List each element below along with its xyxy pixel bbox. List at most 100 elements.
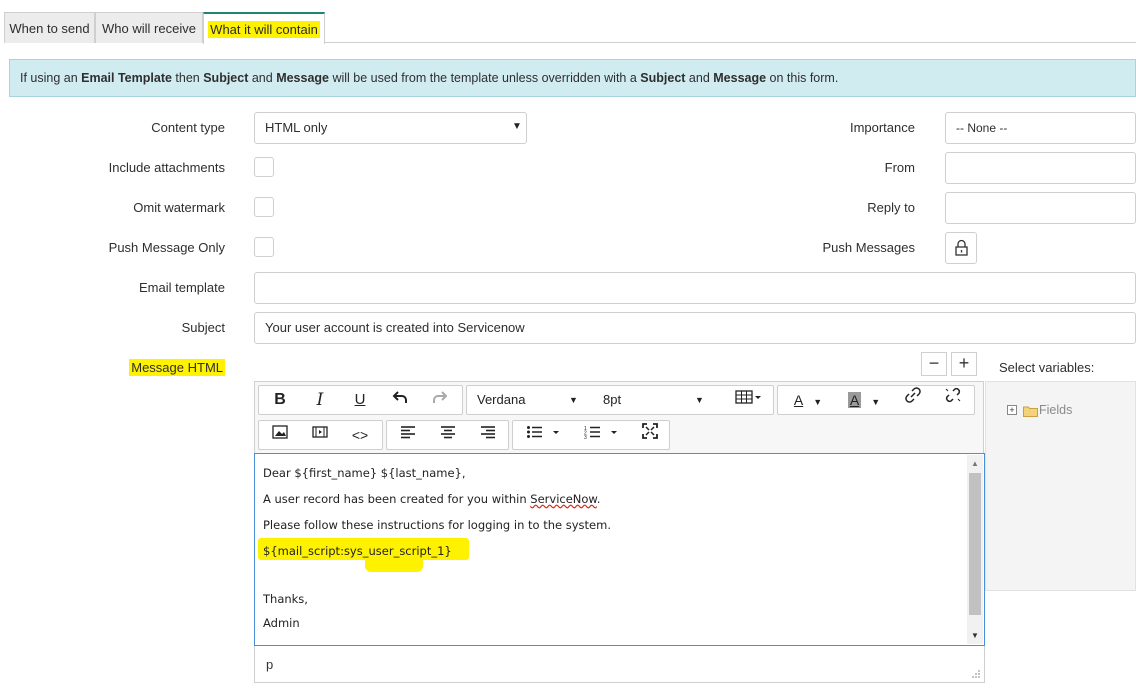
editor-statusbar: p <box>254 646 985 683</box>
redo-icon <box>433 391 448 403</box>
numbered-list-button[interactable]: 123 <box>575 421 627 449</box>
tab-label: What it will contain <box>208 21 320 38</box>
editor-toolbar-row-1: B I U Verdana ▼ 8pt ▼ A ▼ A ▼ <box>254 381 984 419</box>
align-center-button[interactable] <box>431 421 465 449</box>
include-attachments-label: Include attachments <box>108 160 225 175</box>
image-icon <box>272 425 288 439</box>
numbered-list-icon: 123 <box>584 426 617 441</box>
font-size-select[interactable]: 8pt ▼ <box>603 386 713 414</box>
insert-image-button[interactable] <box>263 421 297 449</box>
editor-toolbar-row-2: <> 123 <box>254 418 984 454</box>
expand-editor-button[interactable]: + <box>951 352 977 376</box>
bold-button[interactable]: B <box>263 386 297 414</box>
insert-video-button[interactable] <box>303 421 337 449</box>
tab-label: When to send <box>9 21 90 36</box>
editor-line-instructions: Please follow these instructions for log… <box>263 518 611 532</box>
redo-button[interactable] <box>423 386 457 414</box>
include-attachments-checkbox[interactable] <box>254 157 274 177</box>
editor-scrollbar-thumb[interactable] <box>969 473 981 615</box>
align-group <box>386 420 509 450</box>
subject-field[interactable]: Your user account is created into Servic… <box>254 312 1136 344</box>
align-right-button[interactable] <box>471 421 505 449</box>
align-center-icon <box>441 426 455 439</box>
fullscreen-button[interactable] <box>633 421 667 449</box>
link-button[interactable] <box>896 386 930 414</box>
unlink-button[interactable] <box>936 386 970 414</box>
table-icon <box>735 390 761 404</box>
tab-who-will-receive[interactable]: Who will receive <box>95 12 203 43</box>
video-icon <box>312 426 328 438</box>
insert-group: <> <box>258 420 383 450</box>
subject-label: Subject <box>181 320 225 335</box>
undo-button[interactable] <box>383 386 417 414</box>
tab-what-it-will-contain[interactable]: What it will contain <box>203 12 325 44</box>
tab-label: Who will receive <box>102 21 196 36</box>
email-template-field[interactable] <box>254 272 1136 304</box>
content-type-value: HTML only <box>265 120 328 135</box>
push-messages-lock-button[interactable] <box>945 232 977 264</box>
undo-icon <box>392 391 407 403</box>
underline-button[interactable]: U <box>343 386 377 414</box>
editor-line-greeting: Dear ${first_name} ${last_name}, <box>263 466 466 480</box>
editor-line-signature: Admin <box>263 616 300 630</box>
link-icon <box>905 387 921 403</box>
scroll-up-icon[interactable]: ▲ <box>971 459 979 468</box>
folder-icon <box>1023 406 1038 417</box>
content-type-label: Content type <box>151 120 225 135</box>
table-button[interactable] <box>729 386 769 414</box>
font-family-select[interactable]: Verdana ▼ <box>477 386 587 414</box>
align-left-button[interactable] <box>391 421 425 449</box>
importance-value: -- None -- <box>956 121 1008 135</box>
select-variables-label: Select variables: <box>999 360 1095 375</box>
code-icon: <> <box>351 427 369 443</box>
background-color-button[interactable]: A ▼ <box>840 386 888 414</box>
variables-pane: + Fields <box>985 381 1136 591</box>
text-color-icon: A <box>793 392 804 408</box>
omit-watermark-checkbox[interactable] <box>254 197 274 217</box>
push-messages-label: Push Messages <box>822 240 916 255</box>
tab-bar: When to send Who will receive What it wi… <box>4 12 1136 44</box>
push-message-only-label: Push Message Only <box>108 240 225 255</box>
color-link-group: A ▼ A ▼ <box>777 385 975 415</box>
svg-text:3: 3 <box>584 435 587 439</box>
email-template-label: Email template <box>139 280 225 295</box>
font-family-value: Verdana <box>477 392 526 407</box>
format-group: B I U <box>258 385 463 415</box>
fullscreen-icon <box>642 423 658 439</box>
element-path[interactable]: p <box>266 657 273 672</box>
font-group: Verdana ▼ 8pt ▼ <box>466 385 774 415</box>
push-message-only-checkbox[interactable] <box>254 237 274 257</box>
content-type-select[interactable]: HTML only <box>254 112 527 144</box>
source-code-button[interactable]: <> <box>343 421 377 449</box>
importance-select[interactable]: -- None -- <box>945 112 1136 144</box>
from-field[interactable] <box>945 152 1136 184</box>
tree-node-fields[interactable]: Fields <box>1039 403 1072 417</box>
align-right-icon <box>481 426 495 439</box>
shrink-editor-button[interactable]: − <box>921 352 947 376</box>
editor-line-record-created: A user record has been created for you w… <box>263 492 601 506</box>
omit-watermark-label: Omit watermark <box>133 200 225 215</box>
message-html-editor[interactable]: Dear ${first_name} ${last_name}, A user … <box>254 453 985 646</box>
resize-handle-icon[interactable] <box>971 669 981 679</box>
italic-button[interactable]: I <box>303 386 337 414</box>
lock-icon <box>955 239 968 256</box>
align-left-icon <box>401 426 415 439</box>
editor-scrollbar[interactable]: ▲ ▼ <box>967 455 983 644</box>
info-message: If using an Email Template then Subject … <box>9 59 1136 97</box>
chevron-down-icon: ▼ <box>695 395 704 405</box>
chevron-down-icon: ▼ <box>512 121 522 132</box>
bullet-list-button[interactable] <box>517 421 569 449</box>
list-group: 123 <box>512 420 670 450</box>
unlink-icon <box>945 387 961 403</box>
tab-when-to-send[interactable]: When to send <box>4 12 95 43</box>
message-html-label: Message HTML <box>129 359 225 376</box>
expand-tree-icon[interactable]: + <box>1007 405 1017 415</box>
text-color-button[interactable]: A ▼ <box>784 386 832 414</box>
subject-value: Your user account is created into Servic… <box>265 320 525 335</box>
chevron-down-icon: ▼ <box>569 395 578 405</box>
reply-to-label: Reply to <box>867 200 915 215</box>
bullet-list-icon <box>527 426 559 438</box>
scroll-down-icon[interactable]: ▼ <box>971 631 979 640</box>
chevron-down-icon: ▼ <box>871 397 881 407</box>
reply-to-field[interactable] <box>945 192 1136 224</box>
